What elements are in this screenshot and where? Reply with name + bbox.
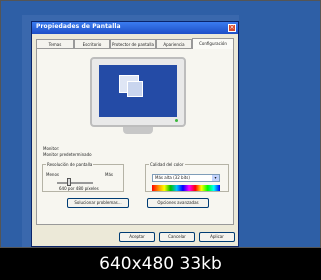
color-quality-value: Más alta (32 bits) bbox=[155, 175, 190, 180]
monitor-screen bbox=[99, 65, 177, 117]
monitor-label: Monitor: bbox=[43, 146, 60, 151]
screenshot-frame: Propiedades de Pantalla × Temas Escritor… bbox=[0, 0, 321, 248]
dialog-title: Propiedades de Pantalla bbox=[36, 23, 121, 30]
resolution-slider-track[interactable] bbox=[57, 182, 93, 184]
advanced-button[interactable]: Opciones avanzadas bbox=[147, 198, 209, 208]
monitor-stand bbox=[123, 127, 153, 134]
color-quality-group: Calidad del color Más alta (32 bits) ▾ bbox=[145, 162, 229, 192]
power-light-icon bbox=[175, 119, 178, 122]
resolution-value: 640 por 480 píxeles bbox=[59, 186, 99, 191]
troubleshoot-button[interactable]: Solucionar problemas... bbox=[67, 198, 129, 208]
resolution-max-label: Más bbox=[105, 172, 113, 177]
color-quality-select[interactable]: Más alta (32 bits) ▾ bbox=[152, 174, 220, 182]
monitor-value: Monitor predeterminado bbox=[43, 152, 92, 157]
settings-panel: Monitor: Monitor predeterminado Resoluci… bbox=[36, 48, 234, 225]
monitor-preview bbox=[90, 57, 186, 127]
resolution-group: Resolución de pantalla Menos Más 640 por… bbox=[42, 162, 124, 192]
resolution-slider-thumb[interactable] bbox=[67, 178, 71, 186]
tab-temas[interactable]: Temas bbox=[36, 39, 74, 48]
color-quality-title: Calidad del color bbox=[149, 162, 185, 167]
close-icon[interactable]: × bbox=[228, 24, 236, 32]
dialog-titlebar[interactable]: Propiedades de Pantalla × bbox=[32, 22, 238, 34]
tab-configuracion[interactable]: Configuración bbox=[192, 38, 234, 49]
color-preview-bar bbox=[152, 185, 220, 191]
tab-escritorio[interactable]: Escritorio bbox=[74, 39, 110, 48]
cancel-button[interactable]: Cancelar bbox=[159, 232, 195, 242]
display-properties-dialog: Propiedades de Pantalla × Temas Escritor… bbox=[31, 21, 239, 247]
tab-strip: Temas Escritorio Protector de pantalla A… bbox=[36, 38, 234, 49]
tab-protector[interactable]: Protector de pantalla bbox=[110, 39, 156, 48]
preview-window bbox=[127, 81, 143, 97]
ok-button[interactable]: Aceptar bbox=[119, 232, 155, 242]
tab-apariencia[interactable]: Apariencia bbox=[156, 39, 192, 48]
chevron-down-icon[interactable]: ▾ bbox=[212, 175, 219, 181]
image-caption: 640x480 33kb bbox=[99, 254, 222, 274]
resolution-group-title: Resolución de pantalla bbox=[46, 162, 94, 167]
resolution-min-label: Menos bbox=[46, 172, 59, 177]
apply-button[interactable]: Aplicar bbox=[199, 232, 235, 242]
